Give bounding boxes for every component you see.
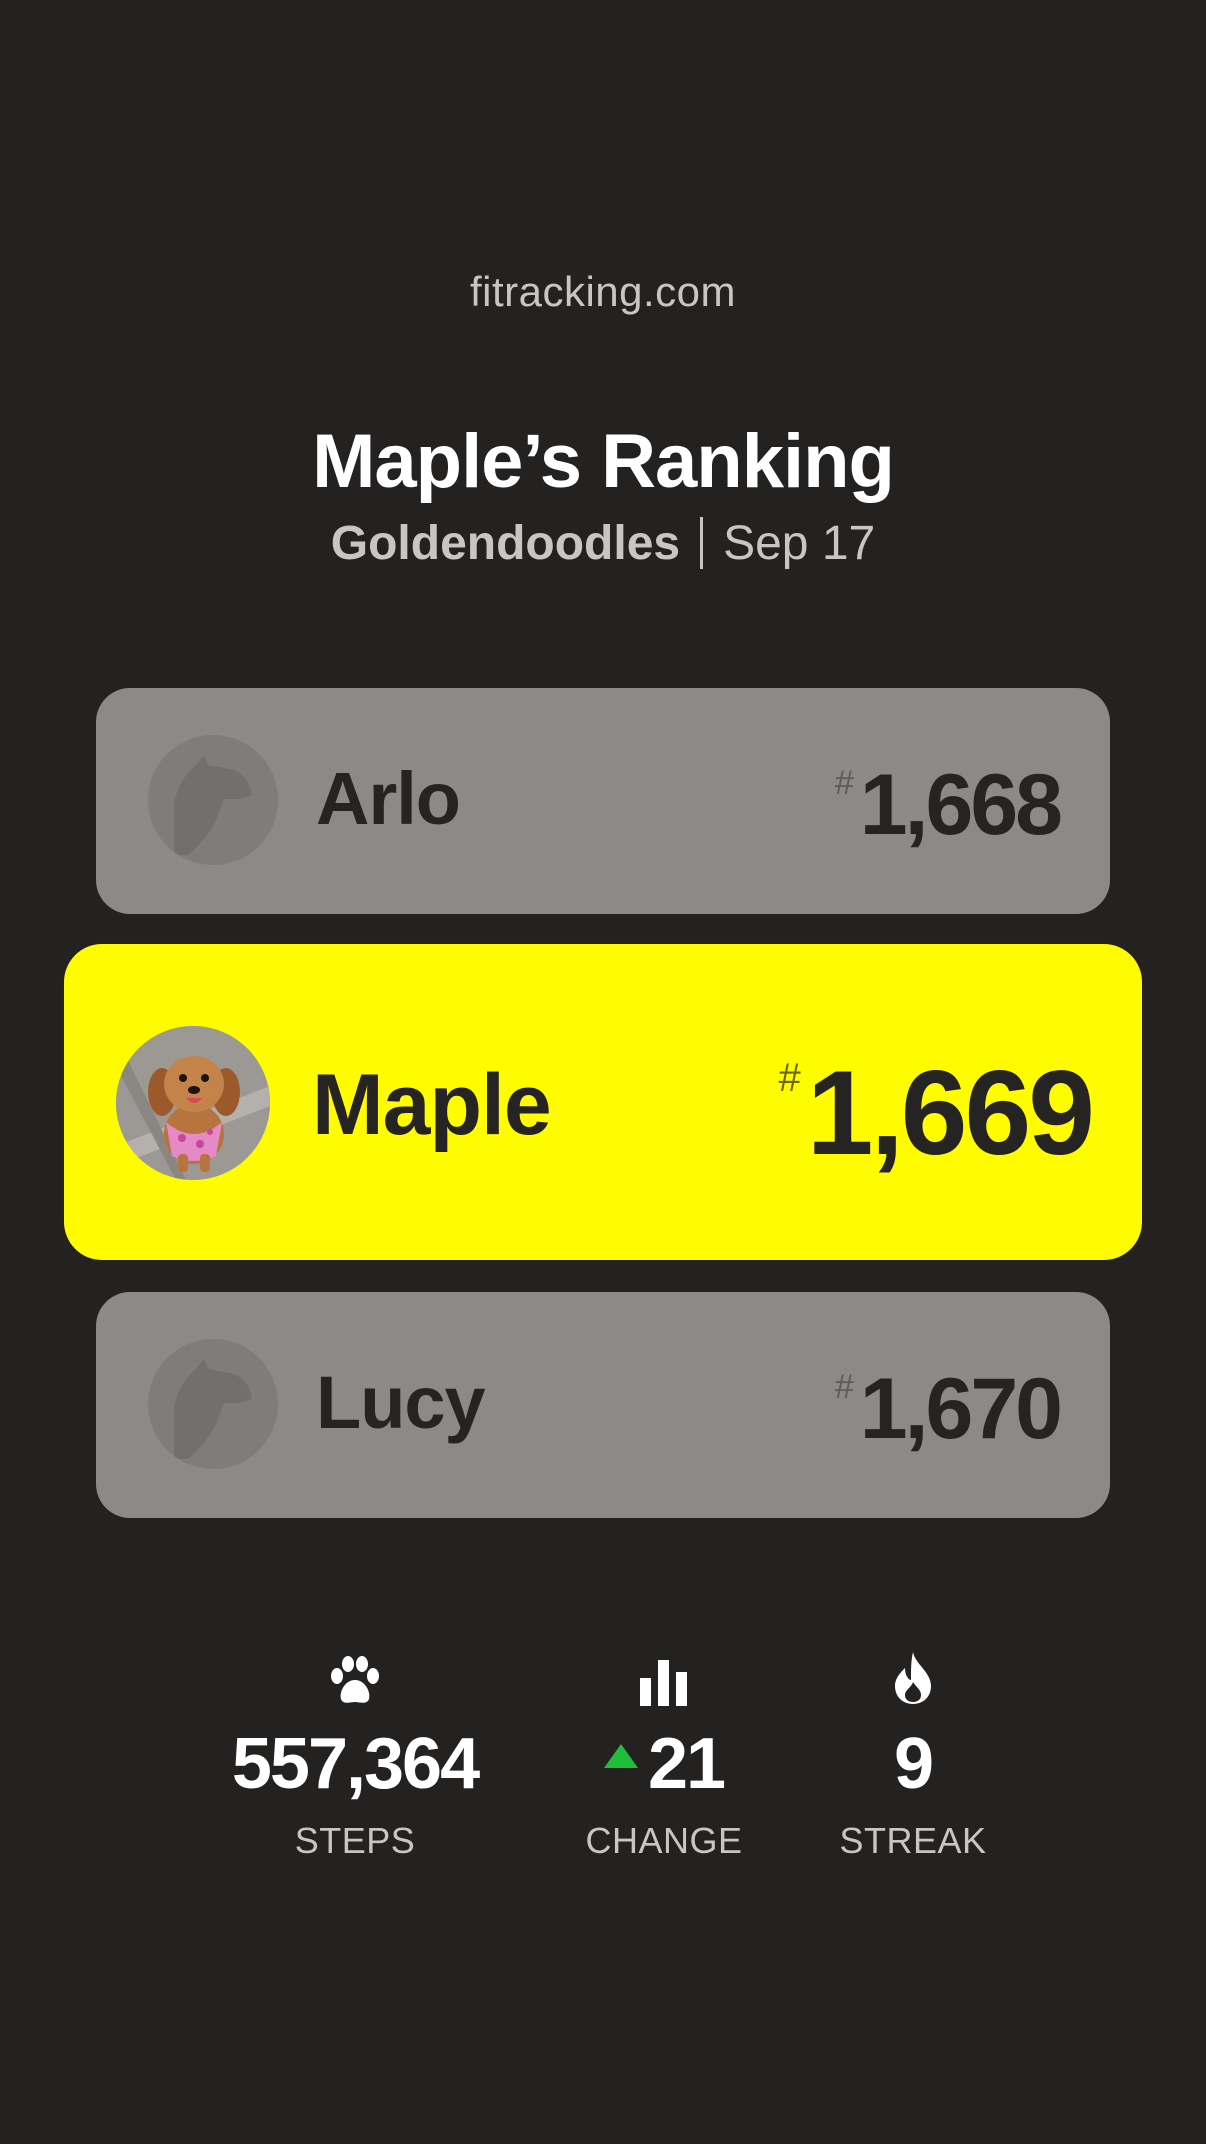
dog-name: Maple bbox=[312, 1057, 552, 1153]
page-subtitle: Goldendoodles Sep 17 bbox=[0, 516, 1206, 571]
rank-value: 1,669 bbox=[806, 1046, 1095, 1180]
avatar bbox=[116, 1026, 270, 1180]
rank-number: # 1,669 bbox=[778, 1044, 1095, 1182]
date-label: Sep 17 bbox=[723, 517, 876, 570]
ranking-screen: fitracking.com Maple’s Ranking Goldendoo… bbox=[0, 0, 1206, 2144]
dog-silhouette-icon bbox=[174, 755, 252, 855]
avatar bbox=[148, 735, 278, 865]
dog-silhouette-icon bbox=[174, 1359, 252, 1459]
stat-steps: 557,364 STEPS bbox=[195, 1650, 515, 1862]
avatar bbox=[148, 1339, 278, 1469]
dog-photo bbox=[116, 1026, 270, 1180]
up-arrow-icon bbox=[603, 1744, 638, 1768]
steps-label: STEPS bbox=[294, 1820, 416, 1861]
streak-label: STREAK bbox=[839, 1820, 987, 1861]
page-title: Maple’s Ranking bbox=[312, 419, 895, 504]
rank-value: 1,668 bbox=[859, 757, 1063, 853]
change-value: 21 bbox=[647, 1724, 726, 1804]
hash-symbol: # bbox=[834, 764, 854, 802]
rank-number: # 1,670 bbox=[834, 1360, 1063, 1459]
dog-name: Arlo bbox=[316, 757, 461, 840]
steps-value: 557,364 bbox=[231, 1724, 480, 1804]
ranking-card-below[interactable]: Lucy # 1,670 bbox=[96, 1292, 1110, 1518]
stats-row: 557,364 STEPS 21 CHANGE 9 STREAK bbox=[0, 1650, 1206, 1890]
breed-label: Goldendoodles bbox=[330, 517, 681, 570]
paw-icon bbox=[331, 1656, 379, 1703]
bar-chart-icon bbox=[640, 1660, 687, 1706]
dog-name: Lucy bbox=[316, 1361, 486, 1444]
subtitle-divider bbox=[700, 517, 704, 569]
rank-value: 1,670 bbox=[859, 1361, 1063, 1457]
streak-value: 9 bbox=[893, 1724, 934, 1804]
ranking-card-current[interactable]: Maple # 1,669 bbox=[64, 944, 1142, 1260]
hash-symbol: # bbox=[778, 1056, 801, 1100]
stat-streak: 9 STREAK bbox=[753, 1650, 1073, 1862]
site-url[interactable]: fitracking.com bbox=[0, 268, 1206, 316]
rank-number: # 1,668 bbox=[834, 756, 1063, 855]
ranking-card-above[interactable]: Arlo # 1,668 bbox=[96, 688, 1110, 914]
flame-icon bbox=[895, 1652, 931, 1704]
hash-symbol: # bbox=[834, 1368, 854, 1406]
